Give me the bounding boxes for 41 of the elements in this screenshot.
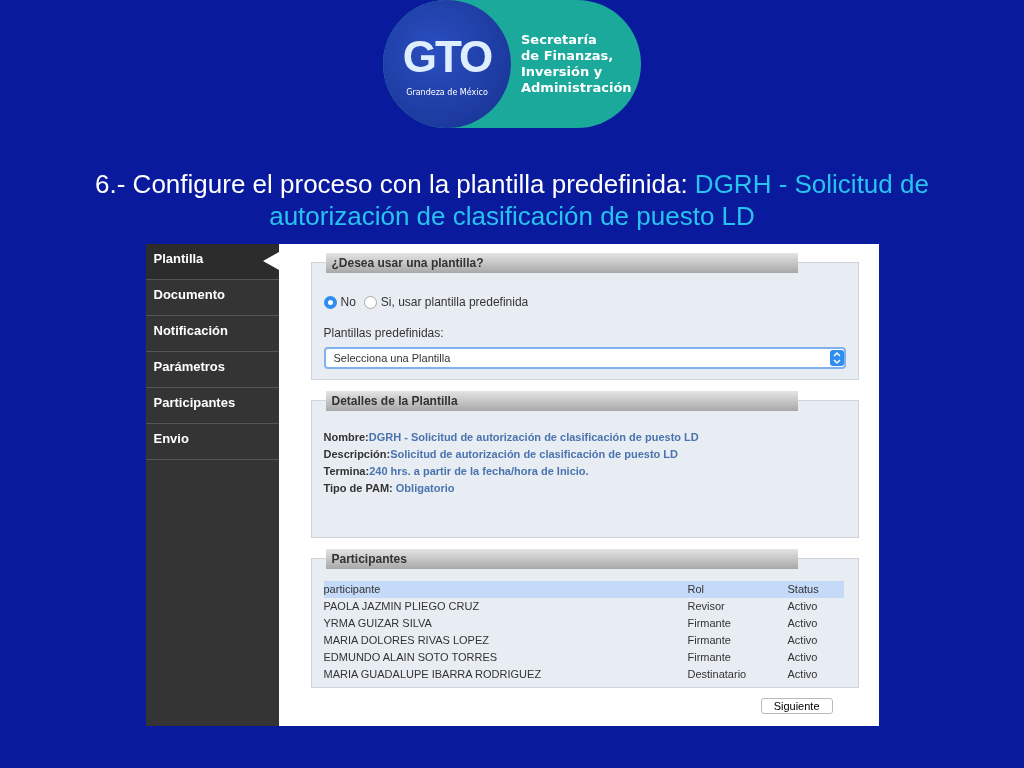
radio-button[interactable] <box>323 295 337 309</box>
panel-heading: Detalles de la Plantilla <box>325 391 798 411</box>
detail-line: Termina:240 hrs. a partir de la fecha/hora de Inicio. <box>323 464 590 479</box>
table-cell-text: Firmante <box>687 650 732 665</box>
organization-name: de Finanzas, <box>521 48 615 64</box>
sidebar-item[interactable]: Plantilla <box>145 244 279 280</box>
table-cell-text: YRMA GUIZAR SILVA <box>323 616 433 631</box>
template-select[interactable]: Selecciona una Plantilla <box>323 347 846 369</box>
next-button[interactable]: Siguiente <box>760 698 833 714</box>
radio-label: Si, usar plantilla predefinida <box>380 295 529 309</box>
table-cell-text: Activo <box>787 616 819 631</box>
field-label: Plantillas predefinidas: <box>323 326 444 340</box>
panel-heading: Participantes <box>325 549 798 569</box>
logo-mark: GTO <box>402 31 492 82</box>
table-cell-text: Activo <box>787 650 819 665</box>
detail-line: Nombre:DGRH - Solicitud de autorización de clasificación de puesto LD <box>323 430 700 445</box>
table-cell-text: MARIA DOLORES RIVAS LOPEZ <box>323 633 490 648</box>
table-cell-text: Destinatario <box>687 667 748 682</box>
stepper-icon <box>829 350 844 366</box>
column-header: Status <box>787 581 844 598</box>
panel-heading: ¿Desea usar una plantilla? <box>325 253 798 273</box>
organization-name: Inversión y <box>521 64 604 80</box>
organization-name: Secretaría <box>521 32 598 48</box>
detail-line: Descripción:Solicitud de autorización de clasificación de puesto LD <box>323 447 680 462</box>
table-cell-text: PAOLA JAZMIN PLIEGO CRUZ <box>323 599 481 614</box>
logo-tagline: Grandeza de México <box>406 87 488 97</box>
table-cell-text: Activo <box>787 633 819 648</box>
radio-label: No <box>340 295 356 309</box>
table-cell-text: EDMUNDO ALAIN SOTO TORRES <box>323 650 499 665</box>
column-header: participante <box>323 581 688 598</box>
radio-button[interactable] <box>363 295 377 309</box>
detail-line: Tipo de PAM: Obligatorio <box>323 481 456 496</box>
slide-title: 6.- Configure el proceso con la plantilla predefinida: DGRH - Solicitud de autorización de clasificación de puesto LD <box>94 168 930 232</box>
table-cell-text: Activo <box>787 667 819 682</box>
table-cell-text: Revisor <box>687 599 726 614</box>
organization-name: Administración <box>521 80 632 96</box>
table-cell-text: MARIA GUADALUPE IBARRA RODRIGUEZ <box>323 667 543 682</box>
column-header: Rol <box>687 581 788 598</box>
table-cell-text: Firmante <box>687 633 732 648</box>
table-cell-text: Firmante <box>687 616 732 631</box>
table-cell-text: Activo <box>787 599 819 614</box>
